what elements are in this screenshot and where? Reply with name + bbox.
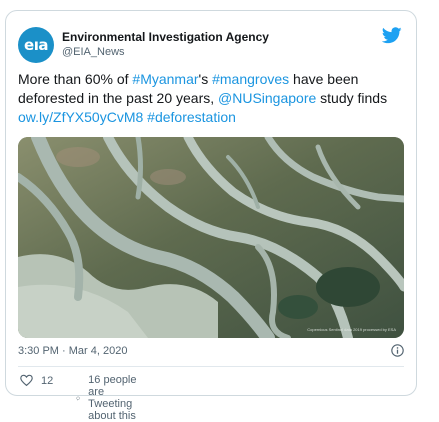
image-credit: Copernicus Sentinel data 2019 processed … [307, 327, 396, 332]
twitter-bird-icon[interactable] [382, 27, 402, 44]
tweeting-about-text: 16 people are Tweeting about this [88, 374, 137, 422]
heart-icon [20, 374, 33, 387]
hashtag-myanmar[interactable]: #Myanmar [132, 71, 198, 87]
mention-nusingapore[interactable]: @NUSingapore [218, 90, 316, 106]
author-names[interactable]: Environmental Investigation Agency @EIA_… [62, 30, 269, 59]
hashtag-mangroves[interactable]: #mangroves [212, 71, 289, 87]
text-segment: More than 60% of [18, 71, 133, 87]
tweet-timestamp[interactable]: 3:30 PM · Mar 4, 2020 [18, 345, 127, 357]
tweeting-about-link[interactable]: 16 people are Tweeting about this [76, 374, 141, 422]
text-segment: study finds [316, 90, 388, 106]
avatar[interactable]: eıa [18, 27, 54, 63]
satellite-image [18, 137, 404, 338]
short-url-link[interactable]: ow.ly/ZfYX50yCvM8 [18, 109, 143, 125]
tweet-header: eıa Environmental Investigation Agency @… [18, 25, 404, 65]
text-segment: 's [198, 71, 213, 87]
speech-bubble-icon [76, 396, 80, 401]
tweet-media-image[interactable]: Copernicus Sentinel data 2019 processed … [18, 137, 404, 338]
like-button[interactable]: 12 [20, 374, 53, 387]
tweet-text: More than 60% of #Myanmar's #mangroves h… [18, 70, 408, 127]
author-handle[interactable]: @EIA_News [62, 45, 269, 59]
divider [18, 366, 404, 367]
hashtag-deforestation[interactable]: #deforestation [147, 109, 236, 125]
tweet-card[interactable]: eıa Environmental Investigation Agency @… [5, 10, 417, 422]
author-display-name[interactable]: Environmental Investigation Agency [62, 30, 269, 45]
like-count: 12 [41, 374, 54, 387]
info-icon[interactable] [391, 344, 404, 357]
